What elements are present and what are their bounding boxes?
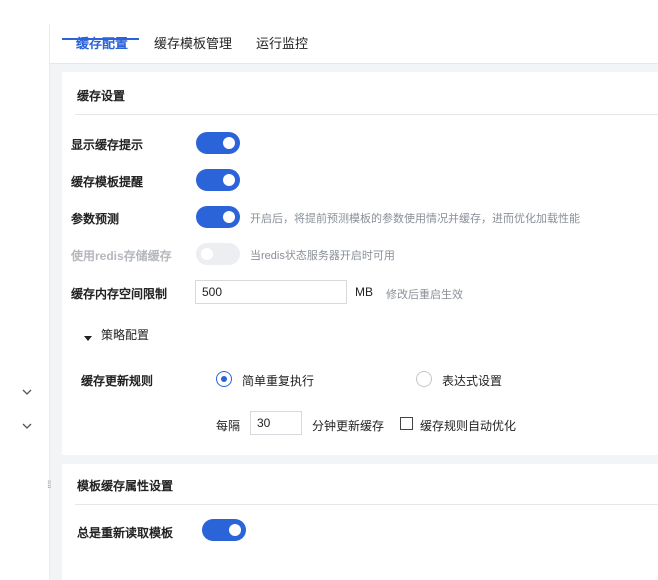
chevron-down-icon[interactable] bbox=[21, 420, 33, 432]
active-tab-indicator bbox=[62, 38, 139, 40]
drag-handle-icon[interactable]: ⁞⁞ bbox=[47, 481, 55, 496]
radio-simple-repeat-label[interactable]: 简单重复执行 bbox=[242, 372, 314, 389]
section-title: 缓存设置 bbox=[77, 89, 126, 103]
memory-limit-label: 缓存内存空间限制 bbox=[71, 287, 168, 301]
tab-bar: 缓存配置 缓存模板管理 运行监控 bbox=[50, 24, 658, 64]
divider bbox=[75, 504, 658, 505]
interval-input[interactable]: 30 bbox=[250, 411, 302, 435]
radio-expression[interactable] bbox=[416, 371, 432, 387]
template-cache-attributes-card: 模板缓存属性设置 bbox=[62, 464, 658, 580]
strategy-config-toggle[interactable]: 策略配置 bbox=[101, 326, 149, 343]
tab-runtime-monitor[interactable]: 运行监控 bbox=[256, 24, 308, 64]
toggle-knob bbox=[223, 137, 235, 149]
toggle-knob bbox=[201, 248, 213, 260]
divider bbox=[75, 114, 658, 115]
always-reload-toggle[interactable] bbox=[202, 519, 246, 541]
use-redis-hint: 当redis状态服务器开启时可用 bbox=[250, 250, 395, 262]
tab-cache-config[interactable]: 缓存配置 bbox=[76, 24, 128, 64]
param-prediction-hint: 开启后，将提前预测模板的参数使用情况并缓存，进而优化加载性能 bbox=[250, 213, 580, 225]
chevron-down-icon[interactable] bbox=[21, 386, 33, 398]
interval-prefix: 每隔 bbox=[216, 419, 241, 433]
tab-cache-template-management[interactable]: 缓存模板管理 bbox=[154, 24, 232, 64]
template-reminder-toggle[interactable] bbox=[196, 169, 240, 191]
template-reminder-label: 缓存模板提醒 bbox=[71, 175, 144, 189]
left-rail bbox=[0, 24, 50, 580]
use-redis-toggle[interactable] bbox=[196, 243, 240, 265]
param-prediction-label: 参数预测 bbox=[71, 212, 120, 226]
show-cache-tip-label: 显示缓存提示 bbox=[71, 138, 144, 152]
use-redis-label: 使用redis存储缓存 bbox=[71, 249, 172, 263]
radio-simple-repeat[interactable] bbox=[216, 371, 232, 387]
memory-limit-hint: 修改后重启生效 bbox=[386, 289, 463, 301]
param-prediction-toggle[interactable] bbox=[196, 206, 240, 228]
update-rule-label: 缓存更新规则 bbox=[81, 374, 154, 388]
memory-unit: MB bbox=[355, 285, 373, 299]
section-title: 模板缓存属性设置 bbox=[77, 479, 174, 493]
top-bar bbox=[0, 0, 658, 24]
toggle-knob bbox=[223, 211, 235, 223]
radio-expression-label[interactable]: 表达式设置 bbox=[442, 372, 502, 389]
toggle-knob bbox=[229, 524, 241, 536]
memory-limit-input[interactable]: 500 bbox=[195, 280, 347, 304]
show-cache-tip-toggle[interactable] bbox=[196, 132, 240, 154]
caret-down-icon[interactable] bbox=[84, 336, 92, 341]
auto-optimize-checkbox[interactable] bbox=[400, 417, 413, 430]
always-reload-label: 总是重新读取模板 bbox=[77, 526, 174, 540]
toggle-knob bbox=[223, 174, 235, 186]
interval-suffix: 分钟更新缓存 bbox=[312, 419, 385, 433]
auto-optimize-label[interactable]: 缓存规则自动优化 bbox=[420, 417, 516, 434]
